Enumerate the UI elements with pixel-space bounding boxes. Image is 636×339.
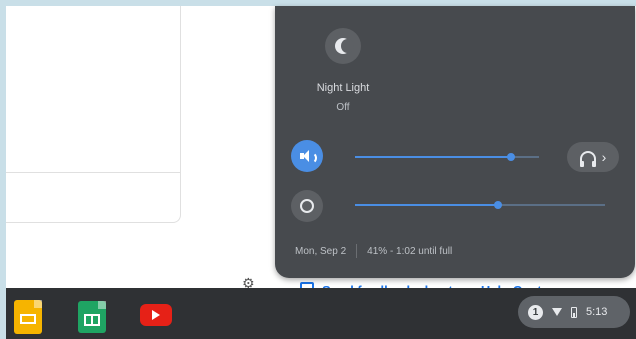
night-light-label: Night Light: [316, 82, 370, 94]
chevron-right-icon: ›: [601, 149, 607, 165]
brightness-slider-fill: [355, 204, 498, 206]
battery-icon: [571, 306, 577, 318]
battery-status[interactable]: 41% - 1:02 until full: [367, 246, 452, 257]
clock-time: 5:13: [586, 306, 608, 318]
audio-settings-button[interactable]: ›: [567, 142, 619, 172]
youtube-app-icon[interactable]: [140, 304, 172, 326]
status-tray[interactable]: 1 5:13: [518, 296, 630, 328]
quick-settings-footer: Mon, Sep 2 41% - 1:02 until full: [295, 244, 452, 258]
brightness-slider-thumb[interactable]: [494, 201, 502, 209]
moon-icon: [335, 38, 354, 54]
brightness-icon: [300, 199, 314, 213]
brightness-slider[interactable]: [355, 201, 605, 209]
volume-slider-thumb[interactable]: [507, 153, 515, 161]
night-light-toggle[interactable]: [325, 28, 361, 64]
slides-app-icon[interactable]: [14, 300, 42, 334]
sheets-app-icon[interactable]: [78, 301, 106, 333]
brightness-button[interactable]: [291, 190, 323, 222]
speaker-icon: [300, 150, 317, 164]
footer-divider: [356, 244, 358, 258]
headphones-icon: [579, 151, 596, 167]
date-label[interactable]: Mon, Sep 2: [295, 246, 346, 257]
volume-slider[interactable]: [355, 153, 539, 161]
content-card: [6, 6, 181, 223]
shelf: 1 5:13: [6, 288, 636, 339]
card-divider: [6, 172, 180, 173]
night-light-state: Off: [336, 102, 350, 113]
volume-slider-fill: [355, 156, 511, 158]
notification-count-badge: 1: [528, 304, 543, 320]
wifi-icon: [552, 308, 562, 316]
quick-settings-panel: Night Light Off › Mon, Sep 2 41% - 1:02 …: [275, 6, 635, 278]
mute-button[interactable]: [291, 140, 323, 172]
